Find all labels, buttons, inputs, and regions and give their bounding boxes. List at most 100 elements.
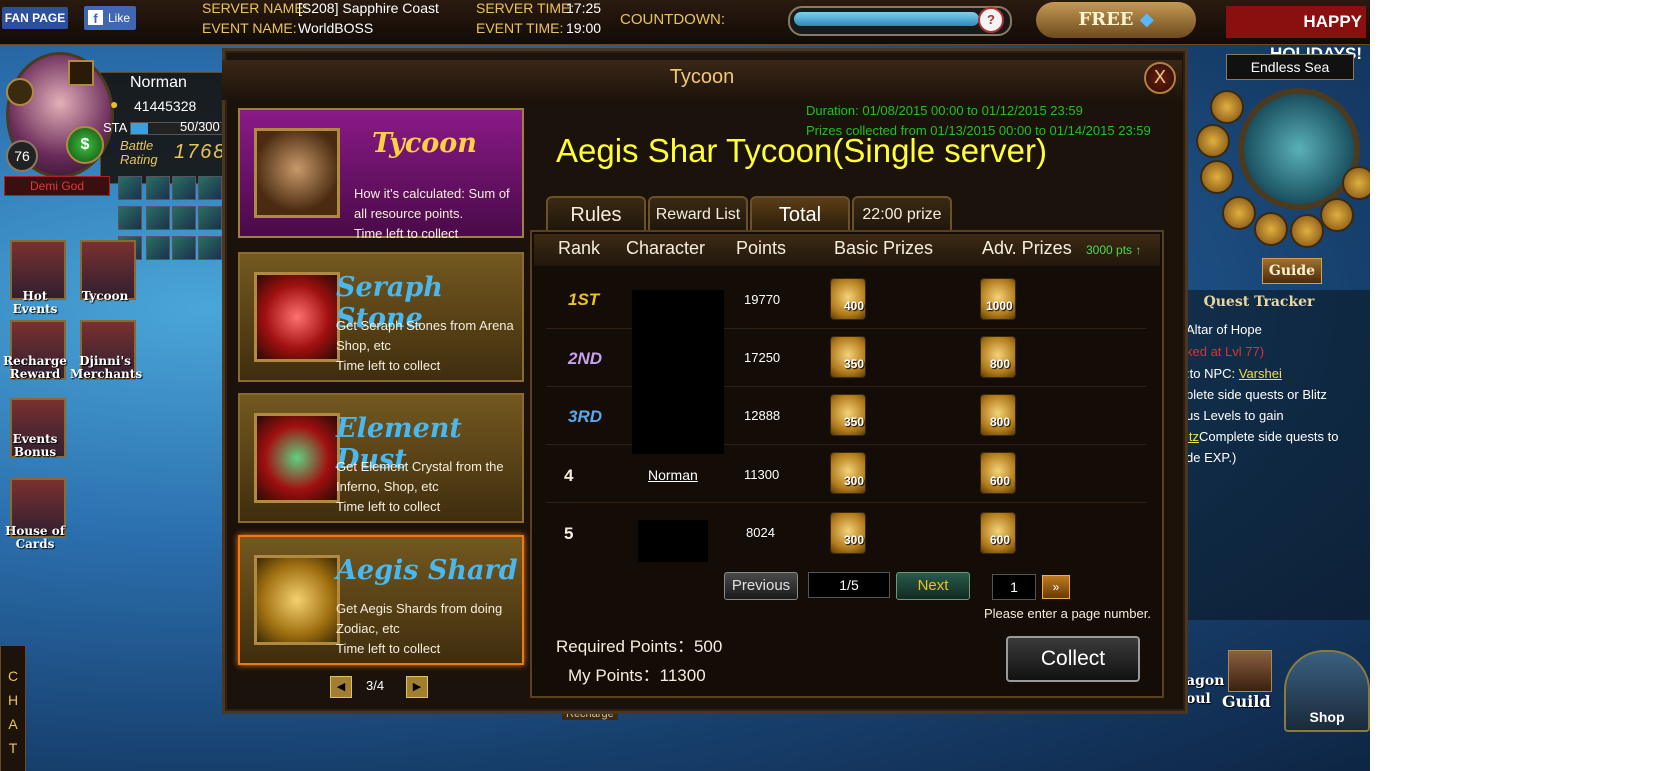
- category-card-element-dust[interactable]: Element Dust Get Element Crystal from th…: [238, 393, 524, 523]
- like-label: Like: [107, 11, 130, 25]
- sidebar-item-tycoon[interactable]: Tycoon: [70, 290, 140, 303]
- rank-label: 2ND: [568, 349, 603, 368]
- go-page-button[interactable]: »: [1042, 575, 1070, 599]
- column-header-adv-prizes: Adv. Prizes: [982, 238, 1072, 258]
- clock-icon: ?: [978, 7, 1004, 33]
- column-header-basic-prizes: Basic Prizes: [834, 238, 934, 258]
- category-card-seraph-stone[interactable]: Seraph Stone Get Seraph Stones from Aren…: [238, 252, 524, 382]
- page-number-input[interactable]: 1: [992, 574, 1036, 600]
- card-title: Tycoon: [372, 128, 477, 159]
- fan-page-button[interactable]: FAN PAGE: [2, 7, 68, 29]
- buff-icon[interactable]: [118, 206, 142, 230]
- buff-icon[interactable]: [172, 206, 196, 230]
- free-diamond-button[interactable]: FREE ◆: [1036, 2, 1196, 38]
- close-button[interactable]: X: [1144, 62, 1176, 94]
- timer-icon[interactable]: [1200, 160, 1234, 194]
- facebook-like-button[interactable]: f Like: [84, 6, 136, 30]
- quest-line-text: :to NPC:: [1186, 366, 1239, 381]
- adv-prize-amount: 800: [990, 415, 1011, 429]
- chat-toggle[interactable]: CHAT: [0, 645, 26, 771]
- buff-icon[interactable]: [146, 206, 170, 230]
- points-value: 11300: [744, 467, 780, 482]
- buff-icon[interactable]: [198, 206, 222, 230]
- card-description: How it's calculated: Sum of all resource…: [354, 186, 510, 221]
- countdown-fill: [794, 12, 979, 26]
- buff-icon[interactable]: [198, 236, 222, 260]
- basic-prize-amount: 400: [844, 299, 865, 313]
- minimap[interactable]: [1238, 88, 1360, 210]
- tab-total[interactable]: Total: [750, 196, 850, 232]
- buff-icon[interactable]: [146, 176, 170, 200]
- shop-button[interactable]: Shop: [1284, 650, 1370, 732]
- seraph-stone-icon: [254, 272, 340, 362]
- gift-icon[interactable]: [1342, 166, 1370, 200]
- tab-reward-list[interactable]: Reward List: [648, 196, 748, 232]
- my-points-value: 11300: [659, 666, 706, 685]
- buff-icon[interactable]: [146, 236, 170, 260]
- player-gold: 41445328: [134, 98, 197, 114]
- sta-fill: [131, 123, 148, 134]
- character-name-link[interactable]: Norman: [648, 467, 698, 483]
- quest-line[interactable]: Altar of Hope: [1186, 322, 1262, 337]
- category-card-aegis-shard[interactable]: Aegis Shard Get Aegis Shards from doing …: [238, 535, 524, 665]
- dragon-soul-button[interactable]: agon oul: [1186, 672, 1224, 708]
- card-description: Get Seraph Stones from Arena Shop, etc: [336, 318, 514, 353]
- guild-icon[interactable]: [1228, 650, 1272, 692]
- adv-prize-amount: 600: [990, 533, 1011, 547]
- quest-line: plete side quests or Blitz: [1186, 387, 1327, 402]
- buff-icon[interactable]: [172, 236, 196, 260]
- redacted-character-name: [638, 520, 708, 562]
- collect-button[interactable]: Collect: [1006, 636, 1140, 682]
- adv-prize-amount: 600: [990, 474, 1011, 488]
- server-name: [S208] Sapphire Coast: [298, 0, 439, 16]
- player-name: Norman: [130, 74, 187, 91]
- quest-npc-link[interactable]: Varshei: [1239, 366, 1282, 381]
- guild-button[interactable]: Guild: [1222, 692, 1271, 711]
- points-value: 19770: [744, 292, 781, 307]
- buff-icon[interactable]: [198, 176, 222, 200]
- required-points: Required Points：500: [556, 632, 722, 657]
- basic-prize-amount: 350: [844, 415, 865, 429]
- points-value: 12888: [744, 408, 781, 423]
- favorite-icon[interactable]: [1210, 90, 1244, 124]
- server-time: 17:25: [566, 0, 602, 16]
- settings-icon[interactable]: [1320, 198, 1354, 232]
- bag-icon[interactable]: [1222, 196, 1256, 230]
- sidebar-item-events-bonus[interactable]: Events Bonus: [0, 433, 70, 459]
- guide-button[interactable]: Guide: [1262, 258, 1322, 284]
- sidebar-item-recharge-reward[interactable]: Recharge Reward: [0, 355, 70, 381]
- sound-icon[interactable]: [6, 78, 34, 106]
- sidebar-item-hot-events[interactable]: Hot Events: [0, 290, 70, 316]
- menu-icon[interactable]: [68, 60, 94, 86]
- crown-icon[interactable]: [1254, 212, 1288, 246]
- points-value: 8024: [746, 525, 775, 540]
- card-description: Get Element Crystal from the Inferno, Sh…: [336, 459, 504, 494]
- friends-icon[interactable]: [1196, 124, 1230, 158]
- happy-holidays-banner[interactable]: HAPPY HOLIDAYS!: [1226, 6, 1366, 63]
- next-page-button[interactable]: Next: [896, 572, 970, 600]
- prev-category-button[interactable]: ◀: [330, 676, 352, 698]
- player-level: 76: [6, 140, 38, 172]
- tab-22-prize[interactable]: 22:00 prize: [852, 196, 952, 232]
- sidebar-item-djinni-merchants[interactable]: Djinni's Merchants: [70, 355, 142, 381]
- shop-label: Shop: [1309, 709, 1345, 725]
- gold-icon: ●: [110, 96, 119, 112]
- category-card-tycoon[interactable]: Tycoon How it's calculated: Sum of all r…: [238, 108, 524, 241]
- quest-line: itzComplete side quests to: [1186, 429, 1338, 444]
- recharge-icon[interactable]: $: [66, 126, 104, 164]
- buff-icon[interactable]: [118, 176, 142, 200]
- sidebar-item-house-of-cards[interactable]: House of Cards: [0, 525, 70, 551]
- server-time-label: SERVER TIME:: [476, 0, 575, 16]
- quest-tracker-title[interactable]: Quest Tracker: [1184, 294, 1334, 310]
- quest-line: de EXP.): [1186, 450, 1237, 465]
- adv-prize-amount: 1000: [986, 299, 1013, 313]
- my-points: My Points：11300: [568, 661, 706, 686]
- previous-page-button[interactable]: Previous: [724, 572, 798, 600]
- compass-icon[interactable]: [1290, 214, 1324, 248]
- next-category-button[interactable]: ▶: [406, 676, 428, 698]
- dialog-title: Tycoon: [669, 66, 735, 88]
- facebook-icon: f: [88, 10, 103, 26]
- aegis-shard-icon: [254, 555, 340, 645]
- buff-icon[interactable]: [172, 176, 196, 200]
- tab-rules[interactable]: Rules: [546, 196, 646, 232]
